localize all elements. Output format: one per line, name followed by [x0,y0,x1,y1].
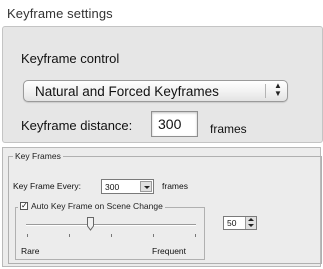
scene-change-slider-track[interactable] [26,224,196,226]
up-down-arrows-icon: ▲ ▼ [274,81,282,98]
keyframe-distance-input[interactable]: 300 [151,111,198,137]
slider-tick [111,234,112,237]
keyframe-control-label: Keyframe control [21,51,120,66]
slider-max-label: Frequent [152,246,187,256]
slider-min-label: Rare [21,246,40,256]
auto-key-frame-checkbox[interactable]: ✓ [20,202,28,210]
win-settings-panel: Key Frames Key Frame Every: 300 frames ✓… [2,147,322,267]
key-frames-groupbox: Key Frames Key Frame Every: 300 frames ✓… [8,151,322,264]
slider-tick [195,234,196,237]
keyframe-mode-value: Natural and Forced Keyframes [35,84,219,99]
mac-section-title: Keyframe settings [7,6,113,21]
sensitivity-value: 50 [227,218,237,228]
key-frame-every-unit: frames [162,181,188,191]
scene-change-slider-thumb[interactable] [87,217,94,231]
keyframe-distance-label: Keyframe distance: [21,118,133,133]
key-frame-every-value: 300 [105,182,120,192]
key-frame-every-label: Key Frame Every: [13,181,82,191]
auto-key-frame-legend: ✓ Auto Key Frame on Scene Change [18,201,165,211]
dropdown-arrow-icon[interactable] [140,181,152,192]
spin-up-arrow-icon[interactable] [248,218,254,221]
key-frames-group-title: Key Frames [13,151,63,161]
slider-tick [153,234,154,237]
keyframe-mode-select[interactable]: Natural and Forced Keyframes ▲ ▼ [23,80,288,102]
key-frame-every-combobox[interactable]: 300 [101,179,154,194]
auto-key-frame-groupbox: ✓ Auto Key Frame on Scene Change Rare Fr… [15,201,205,260]
win-settings-frame: Key Frames Key Frame Every: 300 frames ✓… [0,145,323,269]
slider-tick [27,234,28,237]
slider-tick [69,234,70,237]
spin-down-arrow-icon[interactable] [248,224,254,227]
scene-change-sensitivity-spinbox[interactable]: 50 [223,216,257,230]
spin-buttons[interactable] [245,217,256,229]
auto-key-frame-label[interactable]: Auto Key Frame on Scene Change [31,201,163,211]
select-divider [265,84,266,98]
keyframe-distance-unit: frames [210,122,247,136]
mac-settings-panel: Keyframe control Natural and Forced Keyf… [2,26,323,143]
